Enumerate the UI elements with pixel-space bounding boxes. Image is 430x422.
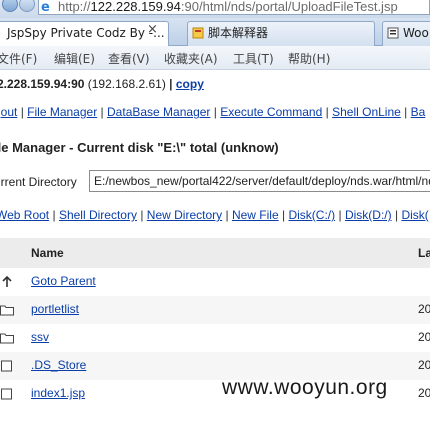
separator: | xyxy=(325,105,329,119)
forward-button[interactable] xyxy=(19,0,35,12)
nav-database-manager[interactable]: DataBase Manager xyxy=(107,105,210,119)
back-button[interactable] xyxy=(2,0,18,12)
nav-file-manager[interactable]: File Manager xyxy=(27,105,97,119)
column-header-name[interactable]: Name xyxy=(31,246,64,260)
ie-logo-icon: e xyxy=(41,0,50,13)
menu-file[interactable]: 文件(F) xyxy=(0,50,37,67)
folder-link[interactable]: ssv xyxy=(31,330,49,344)
separator: | xyxy=(404,105,408,119)
link-disk-c[interactable]: Disk(C:/) xyxy=(288,208,335,222)
row-date: 20 xyxy=(418,386,430,400)
link-new-file[interactable]: New File xyxy=(232,208,279,222)
menu-favorites[interactable]: 收藏夹(A) xyxy=(164,50,218,67)
address-url[interactable]: http://122.228.159.94:90/html/nds/portal… xyxy=(58,0,398,14)
link-shell-directory[interactable]: Shell Directory xyxy=(59,208,137,222)
folder-link[interactable]: portletlist xyxy=(31,302,79,316)
folder-icon xyxy=(0,333,14,344)
host-address: 2.228.159.94:90 xyxy=(0,77,85,91)
link-new-directory[interactable]: New Directory xyxy=(147,208,222,222)
separator: | xyxy=(140,208,144,222)
link-disk-d[interactable]: Disk(D:/) xyxy=(345,208,392,222)
watermark: www.wooyun.org xyxy=(222,376,388,399)
table-row: portletlist 20 xyxy=(0,296,430,324)
tab-bar: JspSpy Private Codz By -... × 脚本解释器 Woo xyxy=(0,18,430,47)
tab-wooyun[interactable]: Woo xyxy=(382,21,430,46)
tab-script-interpreter[interactable]: 脚本解释器 xyxy=(187,21,375,46)
column-header-last-modified[interactable]: La xyxy=(418,246,430,260)
separator: | xyxy=(100,105,104,119)
table-row: ssv 20 xyxy=(0,324,430,352)
copy-link[interactable]: copy xyxy=(176,77,204,91)
tab-jspspy[interactable]: JspSpy Private Codz By -... × xyxy=(0,21,169,47)
menu-help[interactable]: 帮助(H) xyxy=(288,50,330,67)
close-icon[interactable]: × xyxy=(147,22,158,37)
folder-icon xyxy=(0,305,14,316)
address-bar-strip: e http://122.228.159.94:90/html/nds/port… xyxy=(0,0,430,18)
current-directory-label: urrent Directory xyxy=(0,175,77,189)
page-icon xyxy=(192,27,204,39)
current-directory-input[interactable]: E:/newbos_new/portal422/server/default/d… xyxy=(89,170,430,192)
svg-text:e: e xyxy=(41,0,50,13)
tab-label: 脚本解释器 xyxy=(208,26,269,40)
menu-tools[interactable]: 工具(T) xyxy=(233,50,274,67)
row-date: 20 xyxy=(418,330,430,344)
tab-label: Woo xyxy=(403,26,429,40)
table-header: Name La xyxy=(0,238,430,268)
separator: | xyxy=(225,208,229,222)
nav-back-connect[interactable]: Ba xyxy=(411,105,426,119)
main-nav: gout | File Manager | DataBase Manager |… xyxy=(0,105,425,119)
url-prefix: http:// xyxy=(58,0,91,14)
nav-shell-online[interactable]: Shell OnLine xyxy=(332,105,401,119)
goto-parent-link[interactable]: Goto Parent xyxy=(31,274,96,288)
separator: | xyxy=(169,77,173,91)
link-disk-e[interactable]: Disk( xyxy=(401,208,428,222)
host-info: 2.228.159.94:90 (192.168.2.61) | copy xyxy=(0,77,204,91)
page-icon xyxy=(387,27,399,39)
file-link[interactable]: index1.jsp xyxy=(31,386,85,400)
directory-shortcuts: Web Root | Shell Directory | New Directo… xyxy=(0,208,429,222)
address-bar[interactable]: e http://122.228.159.94:90/html/nds/port… xyxy=(38,0,430,15)
menu-bar: 文件(F) 编辑(E) 查看(V) 收藏夹(A) 工具(T) 帮助(H) xyxy=(0,46,430,70)
tab-label: JspSpy Private Codz By -... xyxy=(7,26,165,40)
file-icon xyxy=(1,360,12,372)
nav-execute-command[interactable]: Execute Command xyxy=(220,105,322,119)
link-web-root[interactable]: Web Root xyxy=(0,208,49,222)
nav-logout[interactable]: gout xyxy=(0,105,17,119)
url-host: 122.228.159.94 xyxy=(90,0,181,14)
separator: | xyxy=(52,208,56,222)
page-content: 2.228.159.94:90 (192.168.2.61) | copy go… xyxy=(0,70,430,422)
internal-ip: (192.168.2.61) xyxy=(87,77,166,91)
file-link[interactable]: .DS_Store xyxy=(31,358,86,372)
up-arrow-icon xyxy=(2,276,12,287)
url-path: :90/html/nds/portal/UploadFileTest.jsp xyxy=(180,0,398,14)
separator: | xyxy=(338,208,342,222)
row-date: 20 xyxy=(418,358,430,372)
separator: | xyxy=(282,208,286,222)
file-icon xyxy=(1,388,12,400)
separator: | xyxy=(20,105,24,119)
separator: | xyxy=(394,208,399,222)
table-row: Goto Parent xyxy=(0,268,430,296)
page-title: ile Manager - Current disk "E:\" total (… xyxy=(0,140,279,155)
separator: | xyxy=(213,105,217,119)
menu-edit[interactable]: 编辑(E) xyxy=(54,50,95,67)
row-date: 20 xyxy=(418,302,430,316)
menu-view[interactable]: 查看(V) xyxy=(108,50,150,67)
